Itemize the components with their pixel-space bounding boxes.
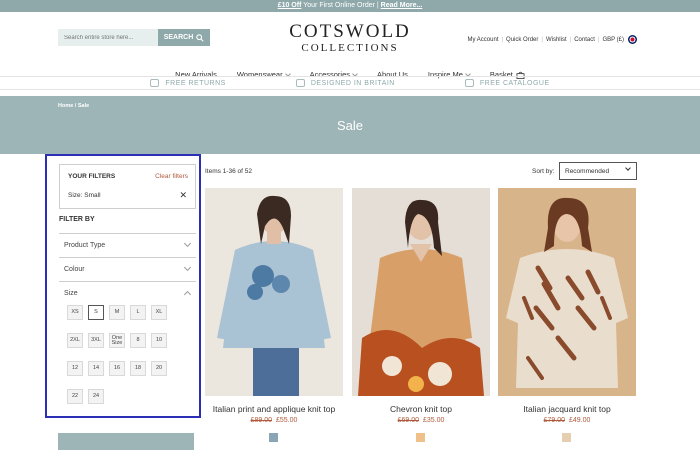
size-option[interactable]: 2XL bbox=[67, 333, 83, 348]
your-filters-box: YOUR FILTERS Clear filters Size: Small ✕ bbox=[59, 164, 196, 209]
size-option[interactable]: One Size bbox=[109, 333, 125, 348]
product-image[interactable] bbox=[352, 188, 490, 396]
size-option[interactable]: 20 bbox=[151, 361, 167, 376]
promo-highlight[interactable]: £10 Off bbox=[278, 2, 302, 9]
size-option[interactable]: 18 bbox=[130, 361, 146, 376]
clear-filters-link[interactable]: Clear filters bbox=[155, 173, 188, 180]
size-option[interactable]: 12 bbox=[67, 361, 83, 376]
benefit-free-returns[interactable]: FREE RETURNS bbox=[150, 77, 225, 89]
page-title: Sale bbox=[336, 118, 364, 133]
sort-select[interactable]: Recommended bbox=[559, 162, 637, 180]
benefit-label: FREE CATALOGUE bbox=[479, 79, 550, 87]
size-option[interactable]: XS bbox=[67, 305, 83, 320]
colour-swatch[interactable] bbox=[416, 433, 425, 442]
size-option[interactable]: 8 bbox=[130, 333, 146, 348]
my-account-link[interactable]: My Account bbox=[467, 37, 498, 43]
product-name[interactable]: Italian jacquard knit top bbox=[488, 404, 646, 414]
now-price: £55.00 bbox=[276, 417, 298, 424]
product-card[interactable]: Chevron knit top £69.00 £35.00 bbox=[352, 188, 490, 442]
product-card[interactable]: Italian jacquard knit top £79.00 £49.00 bbox=[498, 188, 636, 442]
size-option[interactable]: 24 bbox=[88, 389, 104, 404]
was-price: £89.00 bbox=[250, 417, 272, 424]
divider: | bbox=[569, 36, 572, 43]
size-option[interactable]: M bbox=[109, 305, 125, 320]
size-option[interactable]: XL bbox=[151, 305, 167, 320]
promo-read-more-link[interactable]: Read More... bbox=[381, 2, 423, 9]
product-photo-jacquard-top bbox=[498, 188, 636, 396]
design-icon bbox=[295, 79, 305, 87]
product-name[interactable]: Chevron knit top bbox=[342, 404, 500, 414]
divider: | bbox=[501, 36, 504, 43]
product-price: £69.00 £35.00 bbox=[352, 417, 490, 424]
size-option[interactable]: 10 bbox=[151, 333, 167, 348]
facet-label: Size bbox=[64, 290, 78, 297]
sort-selected-value: Recommended bbox=[565, 168, 610, 175]
side-promo-panel[interactable] bbox=[58, 433, 194, 450]
benefits-strip: FREE RETURNS DESIGNED IN BRITAIN FREE CA… bbox=[0, 76, 700, 90]
applied-filter-label: Size: Small bbox=[68, 192, 101, 199]
colour-swatch[interactable] bbox=[269, 433, 278, 442]
filter-sidebar: YOUR FILTERS Clear filters Size: Small ✕… bbox=[45, 154, 201, 418]
items-count: Items 1-36 of 52 bbox=[205, 168, 252, 175]
site-header: SEARCH COTSWOLD COLLECTIONS My Account| … bbox=[0, 12, 700, 79]
returns-icon bbox=[150, 79, 160, 87]
facet-size[interactable]: Size bbox=[59, 281, 196, 305]
wishlist-link[interactable]: Wishlist bbox=[546, 37, 567, 43]
size-option[interactable]: 22 bbox=[67, 389, 83, 404]
chevron-down-icon bbox=[625, 165, 631, 171]
was-price: £69.00 bbox=[397, 417, 419, 424]
size-option[interactable]: 16 bbox=[109, 361, 125, 376]
now-price: £35.00 bbox=[423, 417, 445, 424]
remove-filter-close-icon[interactable]: ✕ bbox=[179, 190, 187, 201]
facet-product-type[interactable]: Product Type bbox=[59, 233, 196, 257]
catalogue-icon bbox=[464, 79, 474, 87]
uk-flag-icon[interactable] bbox=[628, 35, 637, 44]
chevron-down-icon bbox=[183, 239, 192, 248]
benefit-free-catalogue[interactable]: FREE CATALOGUE bbox=[464, 77, 550, 89]
promo-bar: £10 Off Your First Online Order | Read M… bbox=[0, 0, 700, 12]
contact-link[interactable]: Contact bbox=[574, 37, 595, 43]
currency-selector[interactable]: GBP (£) bbox=[602, 37, 624, 43]
size-option[interactable]: 14 bbox=[88, 361, 104, 376]
size-option[interactable]: 3XL bbox=[88, 333, 104, 348]
colour-swatch[interactable] bbox=[562, 433, 571, 442]
facet-colour[interactable]: Colour bbox=[59, 257, 196, 281]
chevron-up-icon bbox=[183, 290, 192, 299]
benefit-label: FREE RETURNS bbox=[165, 79, 226, 87]
divider: | bbox=[541, 36, 543, 43]
product-photo-chevron-top bbox=[352, 188, 490, 396]
chevron-down-icon bbox=[183, 263, 192, 272]
sort-by-label: Sort by: bbox=[532, 168, 555, 175]
was-price: £79.00 bbox=[543, 417, 565, 424]
breadcrumb[interactable]: Home / Sale bbox=[58, 103, 89, 109]
product-price: £79.00 £49.00 bbox=[498, 417, 636, 424]
product-card[interactable]: Italian print and applique knit top £89.… bbox=[205, 188, 343, 442]
product-image[interactable] bbox=[498, 188, 636, 396]
divider: | bbox=[597, 36, 600, 43]
product-image[interactable] bbox=[205, 188, 343, 396]
facet-label: Colour bbox=[64, 266, 85, 273]
facet-label: Product Type bbox=[64, 242, 106, 249]
product-name[interactable]: Italian print and applique knit top bbox=[195, 404, 353, 414]
filter-by-heading: FILTER BY bbox=[59, 216, 95, 223]
product-photo-blue-top bbox=[205, 188, 343, 396]
quick-order-link[interactable]: Quick Order bbox=[506, 37, 538, 43]
promo-text: Your First Online Order | bbox=[301, 2, 381, 9]
now-price: £49.00 bbox=[569, 417, 591, 424]
benefit-designed-in-britain[interactable]: DESIGNED IN BRITAIN bbox=[295, 77, 395, 89]
category-hero: Home / Sale Sale bbox=[0, 96, 700, 154]
benefit-label: DESIGNED IN BRITAIN bbox=[310, 79, 395, 87]
size-option[interactable]: S bbox=[88, 305, 104, 320]
your-filters-title: YOUR FILTERS bbox=[68, 173, 116, 180]
size-option[interactable]: L bbox=[130, 305, 146, 320]
utility-links: My Account | Quick Order | Wishlist | Conta… bbox=[467, 35, 637, 44]
product-price: £89.00 £55.00 bbox=[205, 417, 343, 424]
